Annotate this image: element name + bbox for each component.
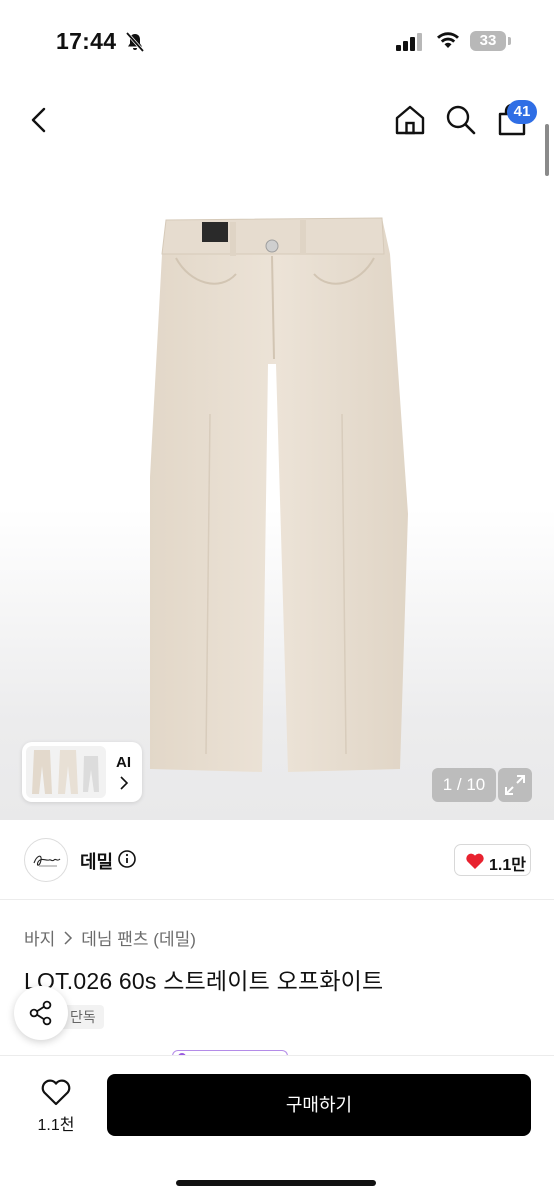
breadcrumb: 바지 데님 팬츠 (데밀): [24, 925, 196, 950]
signal-icon: [396, 33, 422, 51]
product-pants-image: [150, 217, 408, 772]
wishlist-count: 1.1천: [37, 1117, 75, 1134]
brand-row: 데밀 1.1만: [0, 820, 554, 900]
back-chevron-icon[interactable]: [24, 104, 56, 136]
bell-slash-icon: [125, 31, 145, 53]
share-button[interactable]: [14, 986, 68, 1040]
status-bar: 17:44 33: [0, 0, 554, 84]
scrollbar[interactable]: [545, 124, 549, 176]
brand-signature-logo: [33, 855, 61, 867]
brand-name[interactable]: 데밀: [80, 848, 113, 874]
brand-like-button[interactable]: 1.1만: [454, 844, 531, 876]
top-nav: [0, 84, 554, 156]
brand-like-count: 1.1만: [489, 857, 526, 874]
search-icon[interactable]: [443, 102, 479, 138]
chevron-right-icon: [120, 776, 129, 790]
status-time: 17:44: [56, 28, 117, 54]
cart-count-badge: 41: [507, 100, 537, 124]
chevron-right-icon: [64, 930, 73, 945]
thumbnail-preview: [26, 746, 106, 798]
breadcrumb-subcategory[interactable]: 데님 팬츠 (데밀): [81, 925, 196, 950]
product-title: LOT.026 60s 스트레이트 오프화이트: [24, 968, 384, 994]
ai-label: AI: [116, 754, 131, 771]
battery-indicator: 33: [470, 31, 506, 51]
ai-thumbnail-card[interactable]: AI: [22, 742, 142, 802]
brand-logo[interactable]: [24, 838, 68, 882]
thumbnail-pants-icon: [32, 750, 99, 794]
breadcrumb-category[interactable]: 바지: [24, 925, 55, 950]
heart-outline-icon[interactable]: [40, 1078, 72, 1106]
wifi-icon: [437, 32, 459, 48]
expand-icon: [505, 775, 525, 795]
heart-filled-icon: [466, 853, 484, 869]
battery-cap: [508, 37, 511, 45]
share-icon: [29, 1000, 52, 1026]
expand-button[interactable]: [498, 768, 532, 802]
home-indicator: [176, 1180, 376, 1186]
bottom-action-bar: 1.1천 구매하기: [0, 1055, 554, 1200]
buy-button[interactable]: 구매하기: [107, 1074, 531, 1136]
info-icon[interactable]: [118, 850, 136, 868]
image-pager: 1 / 10: [432, 768, 496, 802]
home-icon[interactable]: [392, 102, 428, 138]
battery-level: 33: [479, 32, 497, 49]
